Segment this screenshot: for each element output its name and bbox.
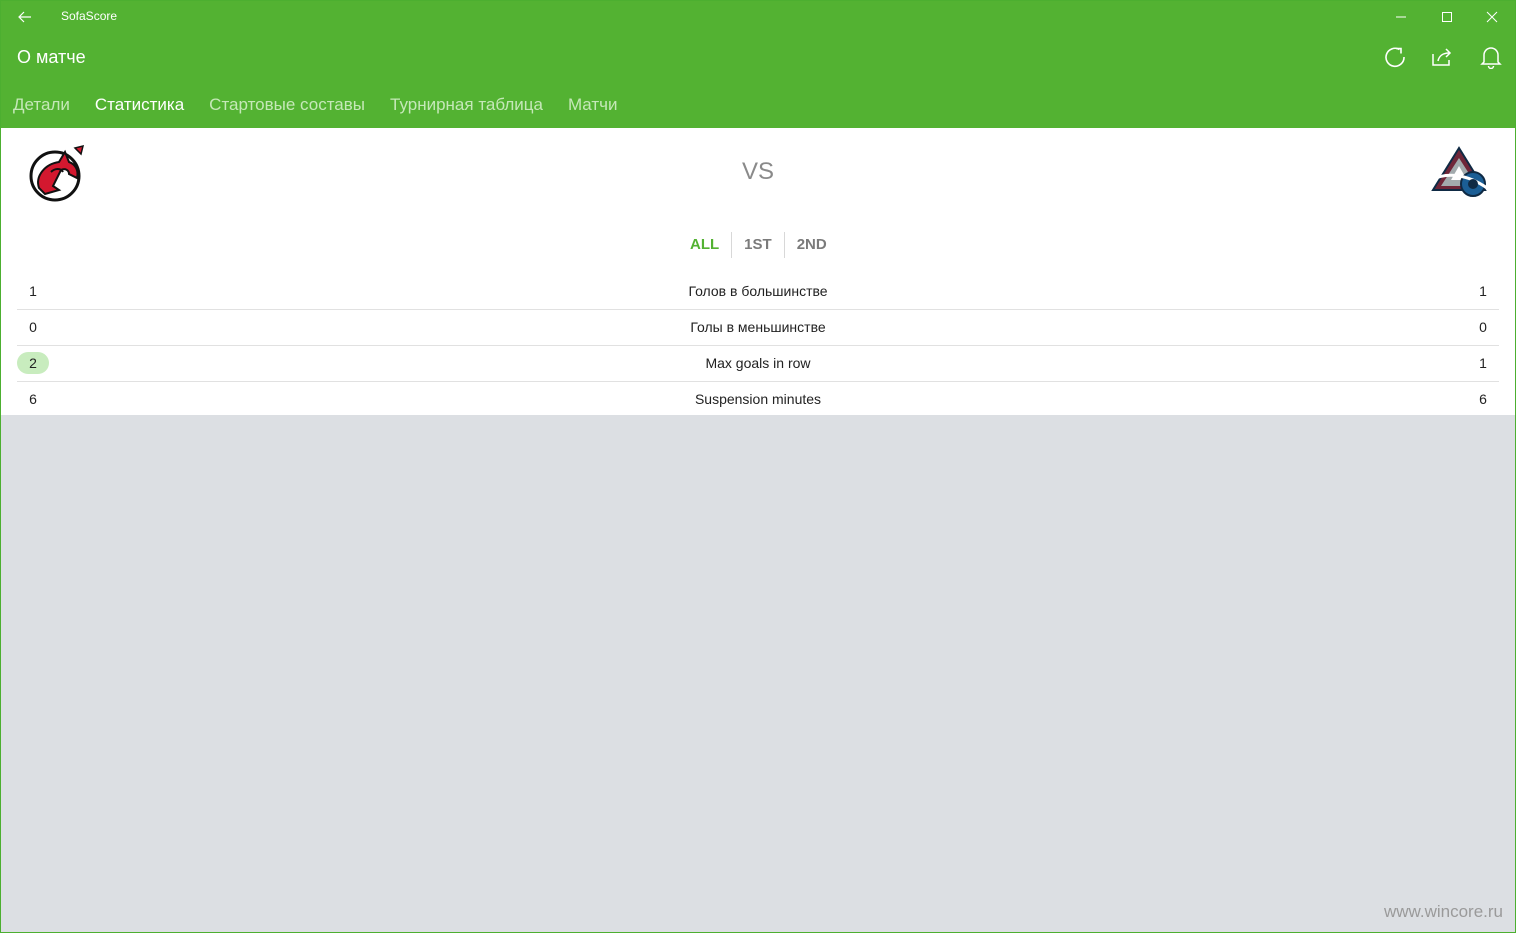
stat-away-value: 6 [1479, 391, 1487, 407]
watermark: www.wincore.ru [1383, 902, 1503, 921]
away-team-logo[interactable] [1427, 144, 1491, 204]
back-button[interactable] [9, 5, 41, 29]
tab-lineups[interactable]: Стартовые составы [209, 93, 365, 119]
stat-away-value: 1 [1479, 355, 1487, 371]
stat-away-value: 1 [1479, 283, 1487, 299]
stat-name: Max goals in row [705, 355, 811, 371]
title-bar: SofaScore [1, 1, 1515, 33]
page-title: О матче [17, 47, 86, 67]
stat-away-value: 0 [1479, 319, 1487, 335]
versus-label: VS [741, 158, 774, 185]
stat-name: Голы в меньшинстве [690, 319, 826, 335]
app-window: SofaScore О матче Детали Статистика Стар… [0, 0, 1516, 933]
stats-list: 1 Голов в большинстве 1 0 Голы в меньшин… [17, 274, 1499, 417]
stat-row: 0 Голы в меньшинстве 0 [17, 310, 1499, 346]
match-tabs: Детали Статистика Стартовые составы Турн… [1, 93, 631, 119]
minimize-icon [1396, 16, 1406, 18]
period-tab-1st[interactable]: 1ST [732, 232, 784, 258]
minimize-button[interactable] [1378, 1, 1424, 33]
tab-standings[interactable]: Турнирная таблица [390, 93, 543, 119]
app-title: SofaScore [61, 9, 118, 23]
refresh-icon [1385, 47, 1405, 68]
stat-name: Suspension minutes [694, 391, 822, 407]
notifications-button[interactable] [1473, 41, 1509, 73]
colorado-avalanche-logo [1430, 146, 1488, 197]
refresh-button[interactable] [1377, 41, 1413, 73]
stat-name: Голов в большинстве [688, 283, 828, 299]
close-icon [1486, 11, 1498, 23]
tab-statistics[interactable]: Статистика [95, 93, 184, 119]
period-selector: ALL 1ST 2ND [678, 232, 839, 258]
maximize-button[interactable] [1424, 1, 1470, 33]
maximize-icon [1442, 12, 1452, 22]
back-arrow-icon [18, 11, 31, 23]
stat-row: 6 Suspension minutes 6 [17, 382, 1499, 417]
share-icon [1432, 48, 1452, 66]
header: SofaScore О матче Детали Статистика Стар… [1, 1, 1515, 128]
share-button[interactable] [1424, 41, 1460, 73]
tab-details[interactable]: Детали [13, 93, 70, 119]
period-tab-2nd[interactable]: 2ND [785, 232, 839, 258]
tab-matches[interactable]: Матчи [568, 93, 618, 119]
stat-row: 1 Голов в большинстве 1 [17, 274, 1499, 310]
period-tab-all[interactable]: ALL [678, 232, 731, 258]
statistics-panel: VS ALL 1ST 2ND 1 Голов в большинстве 1 0… [1, 128, 1515, 415]
stat-row: 2 Max goals in row 1 [17, 346, 1499, 382]
bell-icon [1480, 47, 1502, 69]
close-button[interactable] [1469, 1, 1515, 33]
